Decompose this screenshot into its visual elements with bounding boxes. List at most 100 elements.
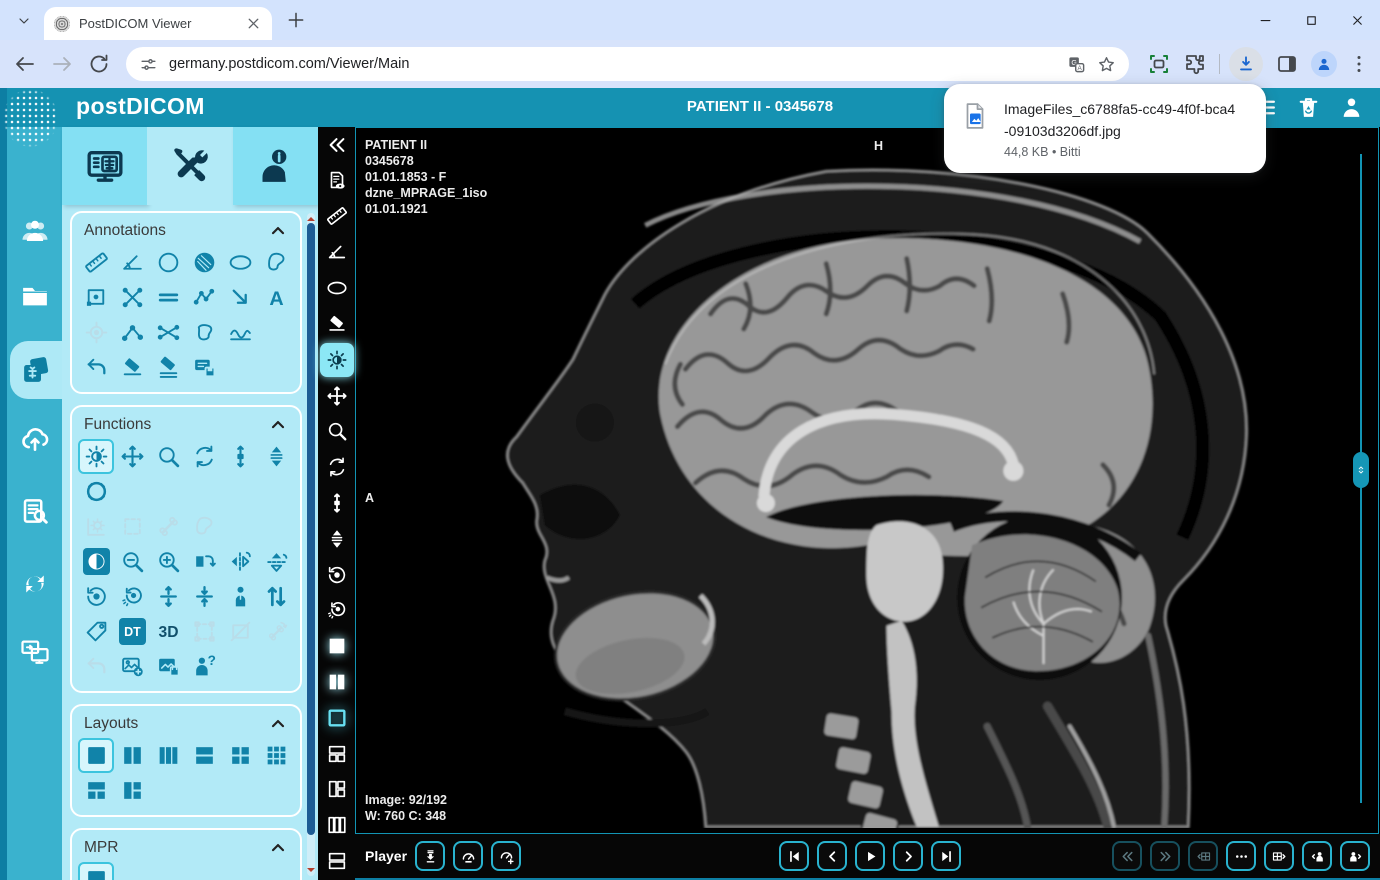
address-bar[interactable]: germany.postdicom.com/Viewer/Main GA (126, 47, 1129, 81)
download-notification[interactable]: ImageFiles_c6788fa5-cc49-4f0f-bca4-09103… (944, 84, 1266, 173)
toolbar-layout-2x1-o[interactable] (318, 843, 355, 879)
save-annotation-tool[interactable] (186, 350, 222, 385)
flip-page-tool[interactable] (186, 544, 222, 579)
eraser-tool[interactable] (114, 350, 150, 385)
image-export-tool[interactable] (114, 649, 150, 684)
toolbar-reset-brightness[interactable] (318, 593, 355, 629)
parallel-lines-tool[interactable] (150, 280, 186, 315)
ruler-tool[interactable] (78, 245, 114, 280)
text-tool[interactable]: A (258, 280, 294, 315)
download-filename[interactable]: ImageFiles_c6788fa5-cc49-4f0f-bca4-09103… (1004, 99, 1236, 142)
toolbar-layout-1x2-filled[interactable] (318, 664, 355, 700)
zoom-in-tool[interactable] (150, 544, 186, 579)
layout-3x3-tool[interactable] (258, 738, 294, 773)
toolbar-collapse[interactable] (318, 127, 355, 163)
layout-1-2-right-tool[interactable] (114, 773, 150, 808)
cobb-angle-tool[interactable] (150, 315, 186, 350)
reset-rotate-tool[interactable] (78, 579, 114, 614)
localizer-tool[interactable] (78, 474, 114, 509)
close-button[interactable] (1334, 0, 1380, 40)
downloads-button[interactable] (1229, 47, 1263, 81)
translate-icon[interactable]: GA (1067, 55, 1086, 74)
toolbar-layout-1x3-o[interactable] (318, 807, 355, 843)
flip-h-tool[interactable] (222, 544, 258, 579)
toolbar-rotate[interactable] (318, 449, 355, 485)
tag-tool[interactable] (78, 614, 114, 649)
threed-tool[interactable]: 3D (150, 614, 186, 649)
download-button[interactable] (415, 841, 445, 871)
extensions-icon[interactable] (1183, 52, 1207, 76)
user-icon[interactable] (1339, 95, 1364, 120)
toolbar-pan[interactable] (318, 378, 355, 414)
speed-up-button[interactable] (491, 841, 521, 871)
toolbar-ruler[interactable] (318, 199, 355, 235)
scroll-v-tool[interactable] (222, 439, 258, 474)
flip-v-tool[interactable] (258, 544, 294, 579)
first-button[interactable] (779, 841, 809, 871)
eraser-all-tool[interactable] (150, 350, 186, 385)
sidebar-item-upload[interactable] (7, 410, 62, 468)
tab-tools[interactable] (147, 127, 232, 205)
arrow-tool[interactable] (222, 280, 258, 315)
new-tab-button[interactable] (286, 10, 306, 30)
layout-1-2-bottom-tool[interactable] (78, 773, 114, 808)
panel-scrollbar[interactable] (307, 213, 315, 876)
layout-2x2-tool[interactable] (222, 738, 258, 773)
sidebar-item-worklist[interactable] (7, 482, 62, 540)
chevron-up-icon[interactable] (268, 221, 288, 241)
patient-orientation-tool[interactable] (222, 579, 258, 614)
forward-button[interactable] (50, 52, 74, 76)
rect-roi-tool[interactable] (78, 280, 114, 315)
toolbar-brightness[interactable] (320, 343, 354, 377)
open-angle-tool[interactable] (114, 315, 150, 350)
expand-v-tool[interactable] (150, 579, 186, 614)
layout-1x3-tool[interactable] (150, 738, 186, 773)
previous-button[interactable] (817, 841, 847, 871)
toolbar-angle[interactable] (318, 234, 355, 270)
sidebar-item-transfer[interactable] (7, 555, 62, 613)
magnify-tool[interactable] (150, 439, 186, 474)
play-button[interactable] (855, 841, 885, 871)
reload-button[interactable] (87, 52, 111, 76)
sort-updown-tool[interactable] (258, 579, 294, 614)
toolbar-eraser[interactable] (318, 306, 355, 342)
chevron-up-icon[interactable] (268, 838, 288, 858)
browser-tab[interactable]: PostDICOM Viewer (44, 7, 272, 40)
toolbar-reset-rotate[interactable] (318, 557, 355, 593)
layout-2x1-tool[interactable] (186, 738, 222, 773)
cross-lines-tool[interactable] (114, 280, 150, 315)
closed-region-tool[interactable] (186, 315, 222, 350)
rotate-tool[interactable] (186, 439, 222, 474)
toolbar-levels[interactable] (318, 521, 355, 557)
scroll-down-arrow-icon[interactable] (307, 868, 315, 876)
scrollbar-thumb[interactable] (307, 223, 315, 835)
spline-wave-tool[interactable] (222, 315, 258, 350)
layout-1x1-tool[interactable] (78, 862, 114, 880)
toolbar-layout-1-2-bottom-o[interactable] (318, 736, 355, 772)
circle-tool[interactable] (150, 245, 186, 280)
chevron-up-icon[interactable] (268, 714, 288, 734)
sidebar-item-images[interactable] (10, 341, 62, 399)
levels-tool[interactable] (258, 439, 294, 474)
collapse-v-tool[interactable] (186, 579, 222, 614)
maximize-button[interactable] (1288, 0, 1334, 40)
image-viewport[interactable]: PATIENT II034567801.01.1853 - Fdzne_MPRA… (355, 127, 1379, 834)
next-button[interactable] (893, 841, 923, 871)
angle-tool[interactable] (114, 245, 150, 280)
toolbar-ellipse[interactable] (318, 270, 355, 306)
reset-brightness-tool[interactable] (114, 579, 150, 614)
more-button[interactable] (1226, 841, 1256, 871)
circle-filled-tool[interactable] (186, 245, 222, 280)
person-question-tool[interactable]: ? (186, 649, 222, 684)
patient-next-button[interactable] (1340, 841, 1370, 871)
side-panel-icon[interactable] (1275, 52, 1299, 76)
sidebar-item-share-screens[interactable] (7, 622, 62, 680)
toolbar-layout-1-2-right-o[interactable] (318, 772, 355, 808)
zoom-out-tool[interactable] (114, 544, 150, 579)
last-button[interactable] (931, 841, 961, 871)
toolbar-scroll-v[interactable] (318, 485, 355, 521)
profile-button[interactable] (1311, 51, 1337, 77)
minimize-button[interactable] (1242, 0, 1288, 40)
contrast-tool[interactable] (78, 544, 114, 579)
tab-viewer[interactable] (62, 127, 147, 205)
